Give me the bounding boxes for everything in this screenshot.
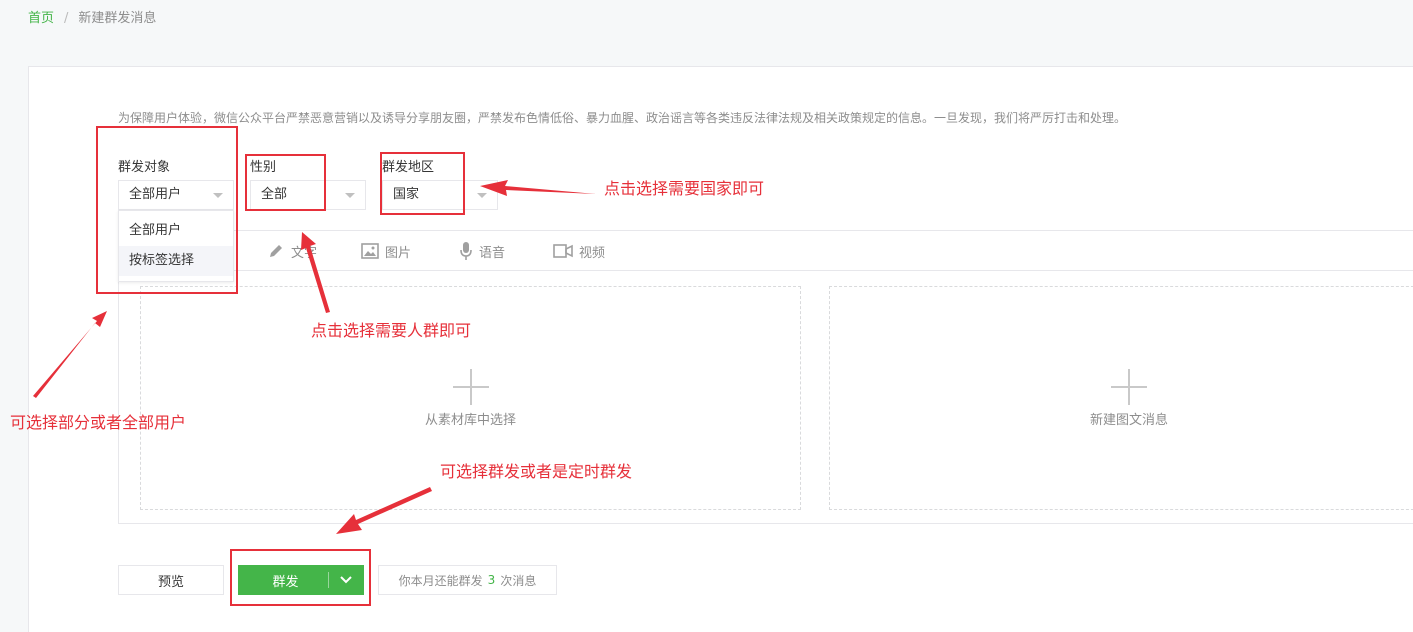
tab-image-label: 图片 <box>385 245 412 261</box>
tab-voice-label: 语音 <box>479 245 506 261</box>
tab-text-label: 文字 <box>291 245 318 261</box>
annotation-text-send: 可选择群发或者是定时群发 <box>440 462 633 481</box>
quota-suffix: 次消息 <box>500 573 537 588</box>
select-from-library-label: 从素材库中选择 <box>424 413 516 428</box>
new-article-message-label: 新建图文消息 <box>1089 413 1168 428</box>
tab-image[interactable]: 图片 <box>361 241 411 261</box>
annotation-box-region <box>380 152 465 215</box>
quota-count: 3 <box>487 573 496 587</box>
preview-button[interactable]: 预览 <box>118 565 224 595</box>
plus-icon <box>452 369 489 405</box>
plus-icon <box>1111 369 1147 405</box>
new-article-message[interactable]: 新建图文消息 <box>829 286 1413 510</box>
breadcrumb: 首页 / 新建群发消息 <box>28 7 156 26</box>
message-type-tabs: 文字 图片 语音 视频 <box>119 231 1413 271</box>
chevron-down-icon <box>345 193 355 198</box>
quota-prefix: 你本月还能群发 <box>398 573 483 588</box>
annotation-text-region: 点击选择需要国家即可 <box>604 179 765 198</box>
message-editor: 文字 图片 语音 视频 从素材库中选择 新建图文消息 <box>118 230 1413 524</box>
tab-voice[interactable]: 语音 <box>459 241 505 261</box>
annotation-box-gender <box>245 154 326 211</box>
video-icon <box>553 244 573 258</box>
breadcrumb-home-link[interactable]: 首页 <box>28 11 54 26</box>
microphone-icon <box>460 242 472 260</box>
tab-text[interactable]: 文字 <box>267 241 317 261</box>
chevron-down-icon <box>477 193 487 198</box>
annotation-box-target <box>96 126 238 294</box>
annotation-text-target: 可选择部分或者全部用户 <box>10 413 187 432</box>
send-quota-info: 你本月还能群发 3 次消息 <box>378 565 557 595</box>
tab-video-label: 视频 <box>579 245 606 261</box>
policy-notice: 为保障用户体验，微信公众平台严禁恶意营销以及诱导分享朋友圈，严禁发布色情低俗、暴… <box>118 111 1127 125</box>
breadcrumb-current: 新建群发消息 <box>78 11 157 26</box>
breadcrumb-separator: / <box>64 11 69 26</box>
tab-video[interactable]: 视频 <box>553 241 605 261</box>
image-icon <box>361 243 379 259</box>
annotation-text-gender: 点击选择需要人群即可 <box>311 321 472 340</box>
annotation-box-send <box>230 549 371 606</box>
pencil-icon <box>270 245 282 257</box>
